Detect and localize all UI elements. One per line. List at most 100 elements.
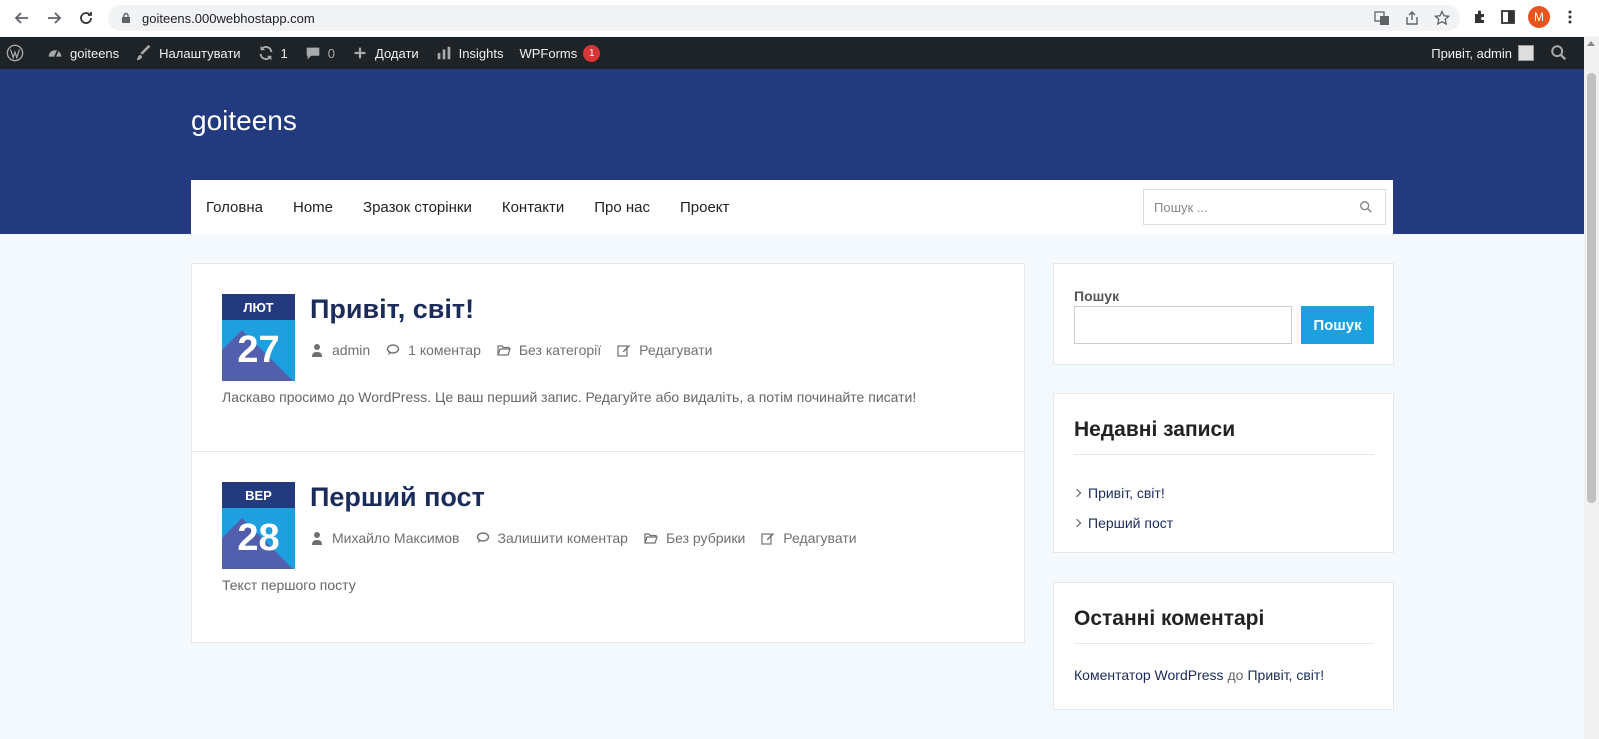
comments-icon: [476, 532, 489, 543]
comment-author-link[interactable]: Коментатор WordPress: [1074, 667, 1224, 683]
list-item[interactable]: Привіт, світ!: [1072, 478, 1173, 508]
post-author[interactable]: admin: [310, 342, 370, 358]
plus-icon: [354, 47, 366, 59]
search-icon[interactable]: [1359, 200, 1373, 214]
folder-open-icon: [497, 345, 511, 356]
post-comments-label: Залишити коментар: [497, 530, 628, 546]
posts-list: ЛЮТ 27 Привіт, світ! admin 1 коментар Бе…: [191, 263, 1025, 643]
post-category-label: Без рубрики: [665, 530, 746, 546]
adminbar-comments-count: 0: [327, 45, 336, 61]
share-icon[interactable]: [1404, 10, 1420, 26]
reload-button[interactable]: [70, 0, 102, 36]
post-date-day: 27: [237, 329, 280, 371]
adminbar-search[interactable]: [1542, 37, 1584, 69]
adminbar-wpforms[interactable]: WPForms 1: [511, 37, 608, 69]
address-bar[interactable]: goiteens.000webhostapp.com: [108, 5, 1460, 31]
post-comments-link[interactable]: 1 коментар: [386, 342, 481, 358]
post-author-name: admin: [332, 342, 371, 358]
recent-posts-list: Привіт, світ! Перший пост: [1072, 478, 1173, 538]
post-edit-link[interactable]: Редагувати: [617, 342, 712, 358]
user-icon: [312, 344, 322, 357]
star-icon[interactable]: [1434, 10, 1450, 26]
main-navigation: Головна Home Зразок сторінки Контакти Пр…: [191, 180, 1393, 234]
menu-item-golovna[interactable]: Головна: [191, 199, 278, 216]
menu-item-home[interactable]: Home: [278, 199, 348, 216]
recent-post-link[interactable]: Привіт, світ!: [1088, 485, 1165, 501]
adminbar-updates[interactable]: 1: [249, 37, 296, 69]
dashboard-icon: [48, 50, 62, 58]
menu-item-contacts[interactable]: Контакти: [487, 199, 579, 216]
recent-comments-widget: Останні коментарі Коментатор WordPress до…: [1053, 582, 1394, 710]
post-entry: ВЕР 28 Перший пост Михайло Максимов Зали…: [192, 452, 1024, 642]
post-date-badge: ЛЮТ 27: [222, 294, 295, 381]
wp-logo-menu[interactable]: [0, 37, 38, 69]
search-icon: [1551, 45, 1567, 61]
header-search-placeholder: Пошук ...: [1154, 199, 1208, 215]
recent-comments-title: Останні коментарі: [1074, 607, 1374, 644]
translate-icon[interactable]: [1374, 10, 1390, 26]
chevron-right-icon: [1072, 488, 1082, 498]
side-panel-icon[interactable]: [1500, 9, 1516, 25]
list-item[interactable]: Перший пост: [1072, 508, 1173, 538]
browser-toolbar: goiteens.000webhostapp.com M: [0, 0, 1599, 36]
header-search-input[interactable]: Пошук ...: [1143, 189, 1386, 225]
avatar: [1518, 45, 1534, 61]
adminbar-insights[interactable]: Insights: [427, 37, 512, 69]
adminbar-wpforms-label: WPForms: [519, 45, 578, 61]
post-category[interactable]: Без категорії: [497, 342, 601, 358]
lock-icon: [122, 12, 130, 23]
post-comments-link[interactable]: Залишити коментар: [476, 530, 628, 546]
profile-avatar[interactable]: M: [1528, 6, 1550, 28]
post-excerpt: Текст першого посту: [222, 577, 356, 593]
menu-item-sample-page[interactable]: Зразок сторінки: [348, 199, 487, 216]
post-excerpt: Ласкаво просимо до WordPress. Це ваш пер…: [222, 389, 917, 405]
arrow-left-icon: [14, 12, 28, 24]
post-title[interactable]: Привіт, світ!: [310, 294, 474, 325]
comment-post-link[interactable]: Привіт, світ!: [1247, 667, 1324, 683]
adminbar-add-new[interactable]: Додати: [343, 37, 427, 69]
adminbar-add-new-label: Додати: [375, 45, 419, 61]
comment-on-text: до: [1227, 667, 1244, 683]
updates-icon: [259, 45, 272, 61]
forward-button[interactable]: [38, 0, 70, 36]
scroll-up-arrow-icon[interactable]: [1587, 41, 1595, 46]
sidebar-search-widget: Пошук Пошук: [1053, 263, 1394, 365]
menu-item-about[interactable]: Про нас: [579, 199, 665, 216]
adminbar-updates-count: 1: [280, 45, 288, 61]
wp-admin-bar: goiteens Налаштувати 1 0 Додати Insights…: [0, 37, 1584, 69]
post-author[interactable]: Михайло Максимов: [310, 530, 460, 546]
post-title[interactable]: Перший пост: [310, 482, 485, 513]
post-date-badge: ВЕР 28: [222, 482, 295, 569]
post-meta: Михайло Максимов Залишити коментар Без р…: [310, 530, 873, 546]
comments-icon: [386, 344, 400, 355]
post-meta: admin 1 коментар Без категорії Редагуват…: [310, 342, 728, 358]
arrow-right-icon: [48, 12, 62, 24]
adminbar-comments[interactable]: 0: [296, 37, 343, 69]
post-edit-link[interactable]: Редагувати: [761, 530, 857, 546]
adminbar-customize[interactable]: Налаштувати: [127, 37, 248, 69]
sidebar-search-input[interactable]: [1074, 306, 1292, 344]
recent-post-link[interactable]: Перший пост: [1088, 515, 1173, 531]
sidebar-search-button[interactable]: Пошук: [1301, 306, 1374, 344]
more-vertical-icon[interactable]: [1562, 9, 1578, 25]
scrollbar-thumb[interactable]: [1587, 73, 1596, 503]
adminbar-site-name[interactable]: goiteens: [38, 37, 127, 69]
post-entry: ЛЮТ 27 Привіт, світ! admin 1 коментар Бе…: [192, 264, 1024, 452]
site-header: goiteens Головна Home Зразок сторінки Ко…: [0, 69, 1584, 234]
chevron-right-icon: [1072, 518, 1082, 528]
menu-item-project[interactable]: Проект: [665, 199, 744, 216]
sidebar-search-label: Пошук: [1074, 288, 1120, 304]
url-text: goiteens.000webhostapp.com: [142, 10, 315, 26]
post-date-day: 28: [237, 517, 280, 559]
adminbar-my-account[interactable]: Привіт, admin: [1423, 37, 1542, 69]
site-title[interactable]: goiteens: [191, 105, 297, 137]
back-button[interactable]: [6, 0, 38, 36]
folder-open-icon: [644, 533, 658, 544]
extensions-icon[interactable]: [1472, 9, 1488, 25]
bar-chart-icon: [437, 46, 450, 60]
page-scrollbar[interactable]: [1584, 37, 1599, 739]
post-category[interactable]: Без рубрики: [644, 530, 745, 546]
post-edit-label: Редагувати: [639, 342, 713, 358]
user-icon: [312, 532, 322, 545]
adminbar-customize-label: Налаштувати: [159, 45, 241, 61]
